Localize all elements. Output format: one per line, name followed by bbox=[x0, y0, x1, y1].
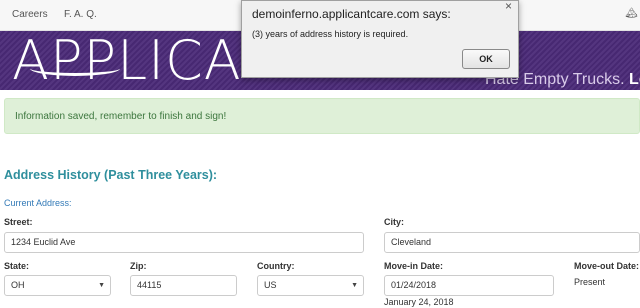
dialog-title: demoinferno.applicantcare.com says: bbox=[252, 7, 451, 21]
city-value: Cleveland bbox=[391, 237, 432, 247]
user-icon[interactable]: 🏔 bbox=[625, 8, 638, 19]
street-label: Street: bbox=[4, 217, 33, 227]
dialog-message: (3) years of address history is required… bbox=[252, 29, 409, 39]
nav-careers-link[interactable]: Careers bbox=[12, 9, 48, 20]
ok-button[interactable]: OK bbox=[462, 49, 510, 69]
success-alert: Information saved, remember to finish an… bbox=[4, 98, 640, 134]
state-select[interactable]: OH ▼ bbox=[4, 275, 111, 296]
move-in-input[interactable]: 01/24/2018 bbox=[384, 275, 554, 296]
country-select[interactable]: US ▼ bbox=[257, 275, 364, 296]
chevron-down-icon: ▼ bbox=[98, 282, 105, 289]
city-input[interactable]: Cleveland bbox=[384, 232, 640, 253]
country-label: Country: bbox=[257, 261, 295, 271]
alert-dialog: demoinferno.applicantcare.com says: × (3… bbox=[241, 0, 519, 78]
logo-swoosh bbox=[30, 61, 120, 76]
zip-input[interactable]: 44115 bbox=[130, 275, 237, 296]
street-input[interactable]: 1234 Euclid Ave bbox=[4, 232, 364, 253]
close-icon[interactable]: × bbox=[505, 0, 512, 13]
move-out-value: Present bbox=[574, 277, 606, 287]
alert-message: Information saved, remember to finish an… bbox=[15, 111, 227, 122]
move-in-display: January 24, 2018 bbox=[384, 297, 454, 307]
move-out-label: Move-out Date: bbox=[574, 261, 639, 271]
state-label: State: bbox=[4, 261, 30, 271]
state-value: OH bbox=[11, 280, 25, 290]
nav-faq-link[interactable]: F. A. Q. bbox=[64, 9, 97, 20]
street-value: 1234 Euclid Ave bbox=[11, 237, 76, 247]
zip-value: 44115 bbox=[137, 280, 162, 290]
city-label: City: bbox=[384, 217, 404, 227]
current-address-heading: Current Address: bbox=[4, 198, 72, 208]
chevron-down-icon: ▼ bbox=[351, 282, 358, 289]
section-title: Address History (Past Three Years): bbox=[4, 168, 218, 182]
tagline-bold: Lov bbox=[629, 71, 640, 88]
country-value: US bbox=[264, 280, 277, 290]
move-in-value: 01/24/2018 bbox=[391, 280, 437, 290]
zip-label: Zip: bbox=[130, 261, 147, 271]
move-in-label: Move-in Date: bbox=[384, 261, 444, 271]
